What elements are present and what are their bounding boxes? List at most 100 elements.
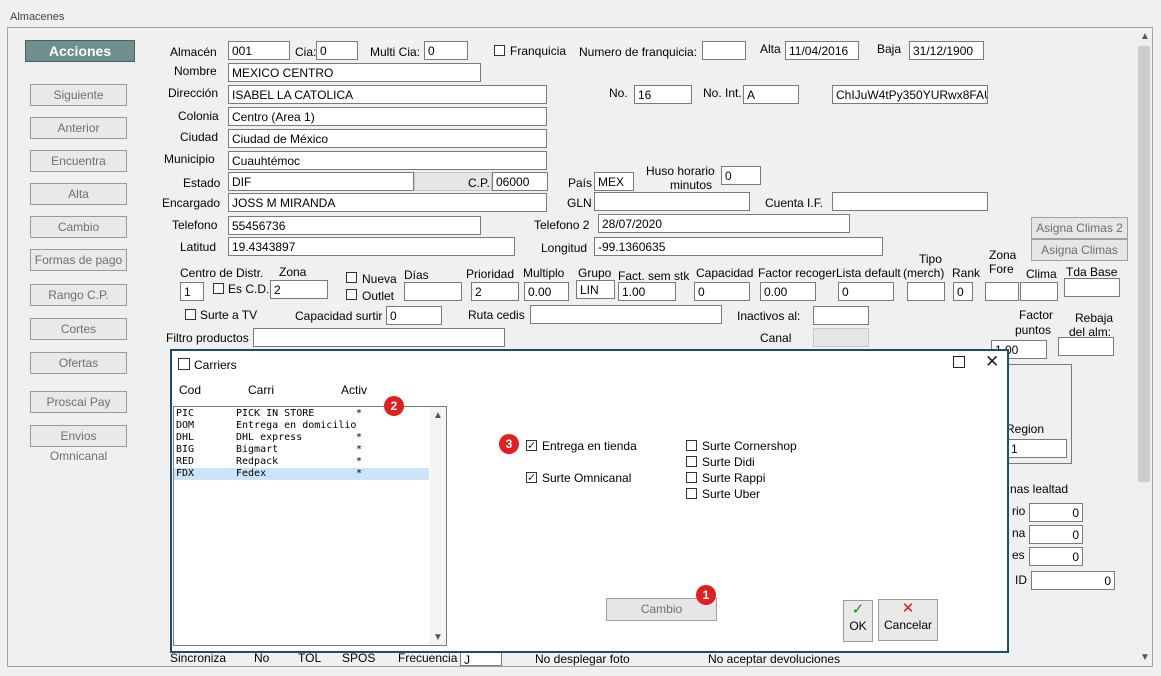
alta-field[interactable]: 11/04/2016 <box>785 41 859 60</box>
cp-field[interactable]: 06000 <box>492 172 548 191</box>
rutacedis-field[interactable] <box>530 305 722 324</box>
table-row[interactable]: RED <box>176 456 194 467</box>
prioridad-field[interactable]: 2 <box>471 282 519 301</box>
l3-field[interactable]: 0 <box>1029 547 1083 566</box>
list-scroll-down-icon[interactable]: ▼ <box>433 632 443 643</box>
capsurtir-field[interactable]: 0 <box>386 306 442 325</box>
ciudad-field[interactable]: Ciudad de México <box>228 129 547 148</box>
listadef-field[interactable]: 0 <box>838 282 894 301</box>
cambio-button[interactable]: Cambio <box>30 216 127 238</box>
ok-button[interactable]: ✓ OK <box>843 600 873 642</box>
filtro-field[interactable] <box>253 328 505 347</box>
nombre-field[interactable]: MEXICO CENTRO <box>228 63 481 82</box>
l1-field[interactable]: 0 <box>1029 503 1083 522</box>
table-row[interactable]: * <box>356 408 362 419</box>
huso-field[interactable]: 0 <box>721 166 761 185</box>
colonia-field[interactable]: Centro (Area 1) <box>228 107 547 126</box>
municipio-field[interactable]: Cuauhtémoc <box>228 151 547 170</box>
rango-cp-button[interactable]: Rango C.P. <box>30 284 127 306</box>
factsem-field[interactable]: 1.00 <box>618 282 676 301</box>
baja-field[interactable]: 31/12/1900 <box>909 41 984 60</box>
anterior-button[interactable]: Anterior <box>30 117 127 139</box>
table-row[interactable]: Entrega en domicilio <box>236 420 356 431</box>
numfranq-field[interactable] <box>702 41 746 60</box>
siguiente-button[interactable]: Siguiente <box>30 84 127 106</box>
estado-field[interactable]: DIF <box>228 172 414 191</box>
latitud-field[interactable]: 19.4343897 <box>228 237 515 256</box>
table-row[interactable]: Redpack <box>236 456 278 467</box>
asigna-climas-2-button[interactable]: Asigna Climas 2 <box>1031 217 1128 239</box>
scroll-up-icon[interactable]: ▲ <box>1140 31 1150 42</box>
gln-field[interactable] <box>594 192 750 211</box>
tipo-field[interactable] <box>907 282 945 301</box>
tdabase-field[interactable] <box>1064 278 1120 297</box>
uber-checkbox[interactable] <box>686 488 697 499</box>
table-row[interactable]: FDX <box>176 468 194 479</box>
sinc-spos-label[interactable]: SPOS <box>342 651 375 665</box>
cuentaif-field[interactable] <box>832 192 988 211</box>
scroll-down-icon[interactable]: ▼ <box>1140 652 1150 663</box>
scrollbar-thumb[interactable] <box>1138 46 1150 482</box>
surte-omnicanal-checkbox[interactable] <box>526 472 537 483</box>
table-row[interactable]: * <box>356 432 362 443</box>
dias-field[interactable] <box>404 282 462 301</box>
table-row[interactable]: BIG <box>176 444 194 455</box>
direccion-field[interactable]: ISABEL LA CATOLICA <box>228 85 547 104</box>
canal-field[interactable] <box>813 328 869 347</box>
clima-field[interactable] <box>1020 282 1058 301</box>
entrega-tienda-checkbox[interactable] <box>526 440 537 451</box>
rebaja-field[interactable] <box>1058 337 1114 356</box>
table-row[interactable]: PICK IN STORE <box>236 408 314 419</box>
sinc-no-label[interactable]: No <box>254 651 269 665</box>
formas-de-pago-button[interactable]: Formas de pago <box>30 249 127 271</box>
inactivos-field[interactable] <box>813 306 869 325</box>
cornershop-checkbox[interactable] <box>686 440 697 451</box>
no-field[interactable]: 16 <box>634 85 692 104</box>
encuentra-button[interactable]: Encuentra <box>30 150 127 172</box>
ofertas-button[interactable]: Ofertas <box>30 352 127 374</box>
telefono-field[interactable]: 55456736 <box>228 216 481 235</box>
centrodistr-field[interactable]: 1 <box>180 282 204 301</box>
region-field[interactable]: 1 <box>1007 439 1067 458</box>
id-field[interactable]: 0 <box>1031 571 1115 590</box>
proscai-pay-button[interactable]: Proscai Pay <box>30 391 127 413</box>
close-icon[interactable]: ✕ <box>985 352 999 372</box>
cia-field[interactable]: 0 <box>316 41 358 60</box>
cortes-button[interactable]: Cortes <box>30 318 127 340</box>
longitud-field[interactable]: -99.1360635 <box>594 237 883 256</box>
list-scroll-up-icon[interactable]: ▲ <box>433 410 443 421</box>
list-scrollbar[interactable] <box>430 407 446 645</box>
cancelar-button[interactable]: ✕ Cancelar <box>878 599 938 641</box>
outlet-checkbox[interactable] <box>346 289 357 300</box>
l2-field[interactable]: 0 <box>1029 525 1083 544</box>
pais-field[interactable]: MEX <box>594 172 634 191</box>
rank-field[interactable]: 0 <box>953 282 973 301</box>
franquicia-checkbox[interactable] <box>494 45 505 56</box>
asigna-climas-button[interactable]: Asigna Climas <box>1031 239 1128 261</box>
table-row[interactable]: PIC <box>176 408 194 419</box>
noint-field[interactable]: A <box>743 85 799 104</box>
factrec-field[interactable]: 0.00 <box>760 282 816 301</box>
carriers-list[interactable] <box>173 406 447 646</box>
zonafore-field[interactable] <box>985 282 1019 301</box>
table-row[interactable]: * <box>356 468 362 479</box>
token-field[interactable]: ChIJuW4tPy350YURwx8FAUs <box>832 85 988 104</box>
table-row[interactable]: DOM <box>176 420 194 431</box>
rappi-checkbox[interactable] <box>686 472 697 483</box>
escd-checkbox[interactable] <box>213 283 224 294</box>
table-row[interactable]: * <box>356 456 362 467</box>
grupo-field[interactable]: LIN <box>576 280 615 299</box>
didi-checkbox[interactable] <box>686 456 697 467</box>
nueva-checkbox[interactable] <box>346 272 357 283</box>
multicia-field[interactable]: 0 <box>424 41 468 60</box>
sinc-tol-label[interactable]: TOL <box>298 651 321 665</box>
envios-omnicanal-button[interactable]: Envios Omnicanal <box>30 425 127 463</box>
capacidad-field[interactable]: 0 <box>694 282 750 301</box>
multiplo-field[interactable]: 0.00 <box>524 282 569 301</box>
table-row[interactable]: * <box>356 444 362 455</box>
zona-field[interactable]: 2 <box>270 280 328 299</box>
telefono2-field[interactable]: 28/07/2020 <box>598 214 850 233</box>
table-row[interactable]: Fedex <box>236 468 266 479</box>
almacen-field[interactable]: 001 <box>228 41 290 60</box>
table-row[interactable]: DHL <box>176 432 194 443</box>
